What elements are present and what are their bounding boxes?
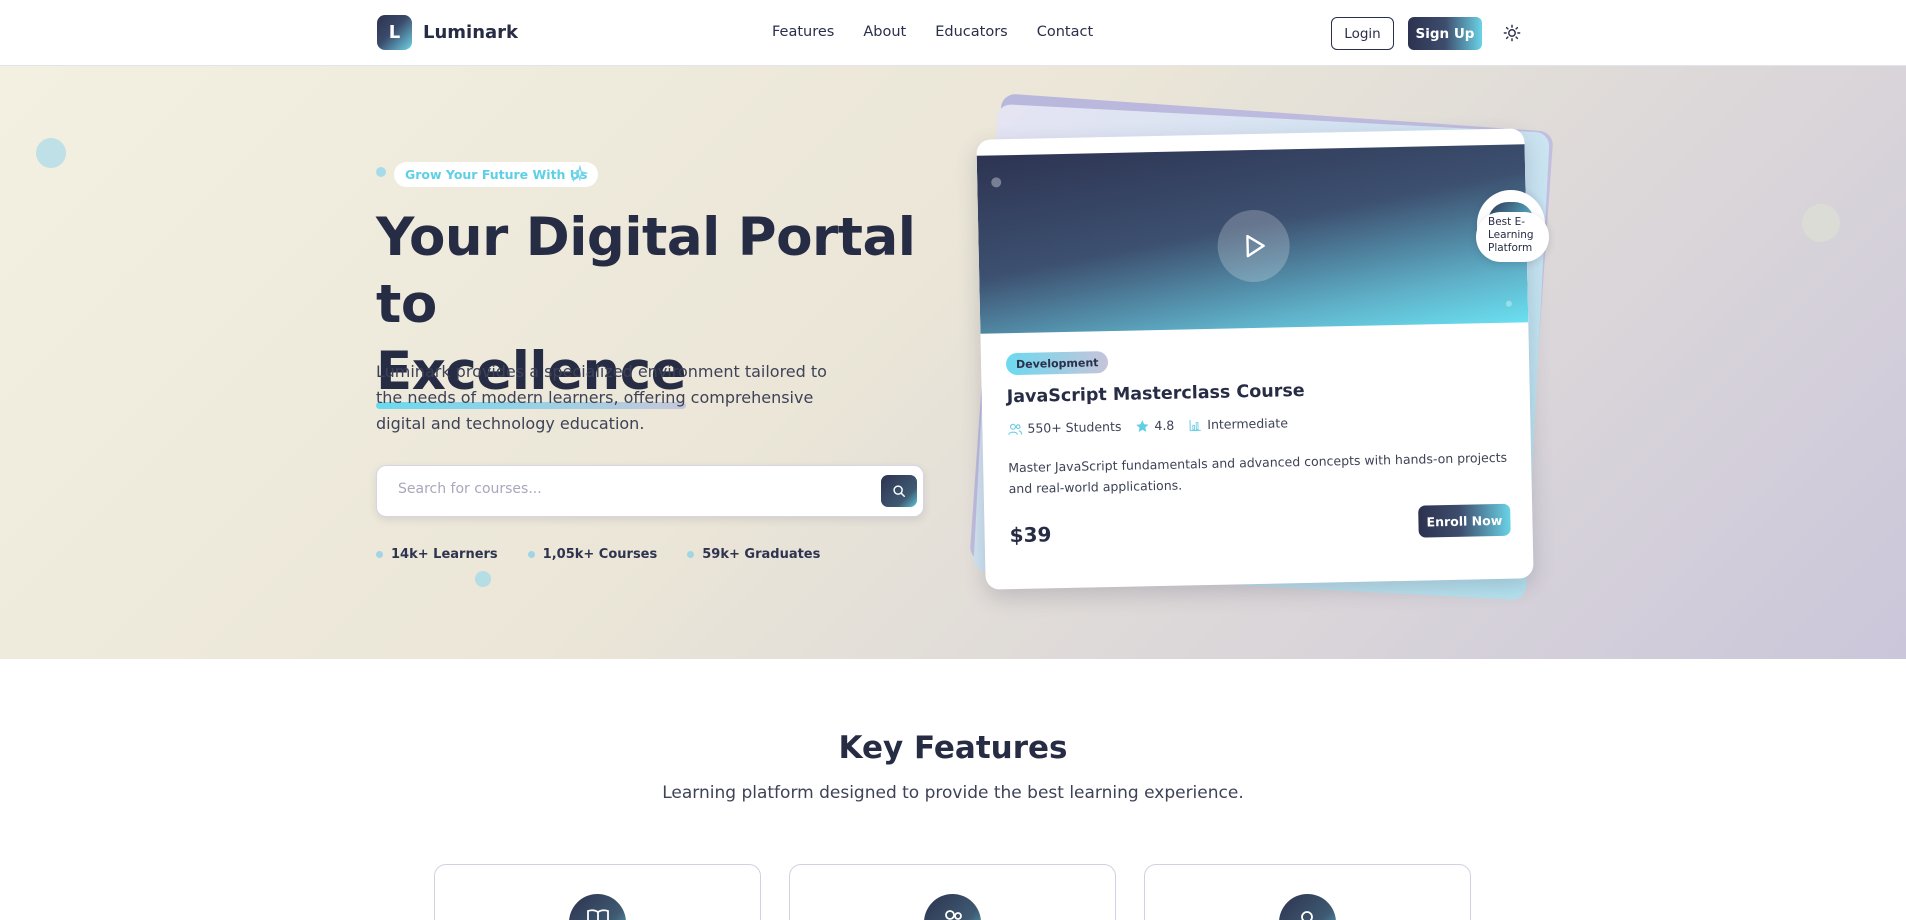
course-title[interactable]: JavaScript Masterclass Course	[1007, 381, 1305, 407]
level-label: Intermediate	[1207, 415, 1289, 433]
stat-courses: 1,05k+ Courses	[527, 547, 658, 562]
nav-link-educators[interactable]: Educators	[935, 24, 1008, 40]
book-icon	[586, 909, 609, 920]
category-tag: Development	[1005, 351, 1109, 376]
students-count: 550+ Students	[1007, 418, 1122, 436]
hero-title-line1: Your Digital Portal to	[376, 207, 916, 335]
feature-icon-wrap	[569, 894, 626, 920]
search-icon	[893, 485, 905, 497]
students-label: 550+ Students	[1027, 418, 1122, 436]
star-icon	[1136, 419, 1149, 432]
brand[interactable]: L Luminark	[377, 15, 518, 50]
stat-dot	[527, 551, 535, 558]
stat-learners: 14k+ Learners	[376, 547, 498, 562]
stat-dot	[376, 551, 383, 558]
decorative-circle	[36, 138, 66, 168]
course-level: Intermediate	[1188, 415, 1288, 432]
feature-card[interactable]	[1144, 864, 1471, 920]
rating-value: 4.8	[1154, 417, 1175, 434]
course-video-thumbnail[interactable]	[976, 144, 1529, 334]
platform-badge: Best E-Learning Platform	[1476, 212, 1549, 262]
stat-graduates: 59k+ Graduates	[687, 547, 820, 562]
tagline-badge: Grow Your Future With Us	[394, 162, 599, 187]
course-card[interactable]: Development JavaScript Masterclass Cours…	[976, 128, 1534, 590]
search-input[interactable]	[398, 481, 838, 497]
enroll-button[interactable]: Enroll Now	[1418, 503, 1511, 538]
nav-links: Features About Educators Contact	[772, 24, 1093, 40]
hero-stats: 14k+ Learners 1,05k+ Courses 59k+ Gradua…	[376, 547, 820, 562]
decorative-circle	[1802, 204, 1840, 242]
decorative-dot	[1505, 300, 1512, 307]
search-icon	[1300, 911, 1313, 920]
feature-card[interactable]	[789, 864, 1116, 920]
course-description: Master JavaScript fundamentals and advan…	[1008, 449, 1508, 497]
brand-logo: L	[377, 15, 412, 50]
sparkle-icon	[570, 165, 588, 183]
decorative-circle	[475, 571, 491, 587]
search-button[interactable]	[881, 475, 917, 507]
brand-name: Luminark	[423, 22, 519, 43]
stat-dot	[687, 551, 695, 558]
features-title: Key Features	[838, 730, 1068, 766]
nav-link-about[interactable]: About	[863, 24, 906, 40]
stat-label: 1,05k+ Courses	[542, 547, 658, 562]
feature-icon-wrap	[1279, 894, 1336, 920]
course-search	[376, 465, 924, 517]
tagline-dot	[376, 167, 386, 177]
decorative-dot	[991, 177, 1002, 188]
navbar: L Luminark Features About Educators Cont…	[0, 0, 1906, 66]
course-rating: 4.8	[1135, 418, 1174, 434]
feature-card[interactable]	[434, 864, 761, 920]
stat-label: 14k+ Learners	[391, 547, 498, 562]
users-icon	[944, 910, 962, 920]
play-button[interactable]	[1216, 209, 1291, 283]
course-price: $39	[1009, 522, 1052, 548]
nav-link-contact[interactable]: Contact	[1037, 24, 1093, 40]
stat-label: 59k+ Graduates	[702, 547, 821, 562]
sun-icon[interactable]	[1503, 24, 1521, 42]
users-icon	[1008, 423, 1023, 435]
feature-icon-wrap	[924, 894, 981, 920]
signup-button[interactable]: Sign Up	[1408, 17, 1482, 50]
course-meta: 550+ Students 4.8 Intermediate	[1007, 415, 1288, 436]
nav-link-features[interactable]: Features	[772, 24, 834, 40]
hero-section: Grow Your Future With Us Your Digital Po…	[0, 66, 1906, 659]
features-subtitle: Learning platform designed to provide th…	[662, 783, 1244, 803]
login-button[interactable]: Login	[1331, 17, 1394, 50]
play-icon	[1246, 234, 1265, 258]
bar-chart-icon	[1189, 419, 1201, 431]
hero-description: Luminark provides a specialized environm…	[376, 362, 827, 433]
